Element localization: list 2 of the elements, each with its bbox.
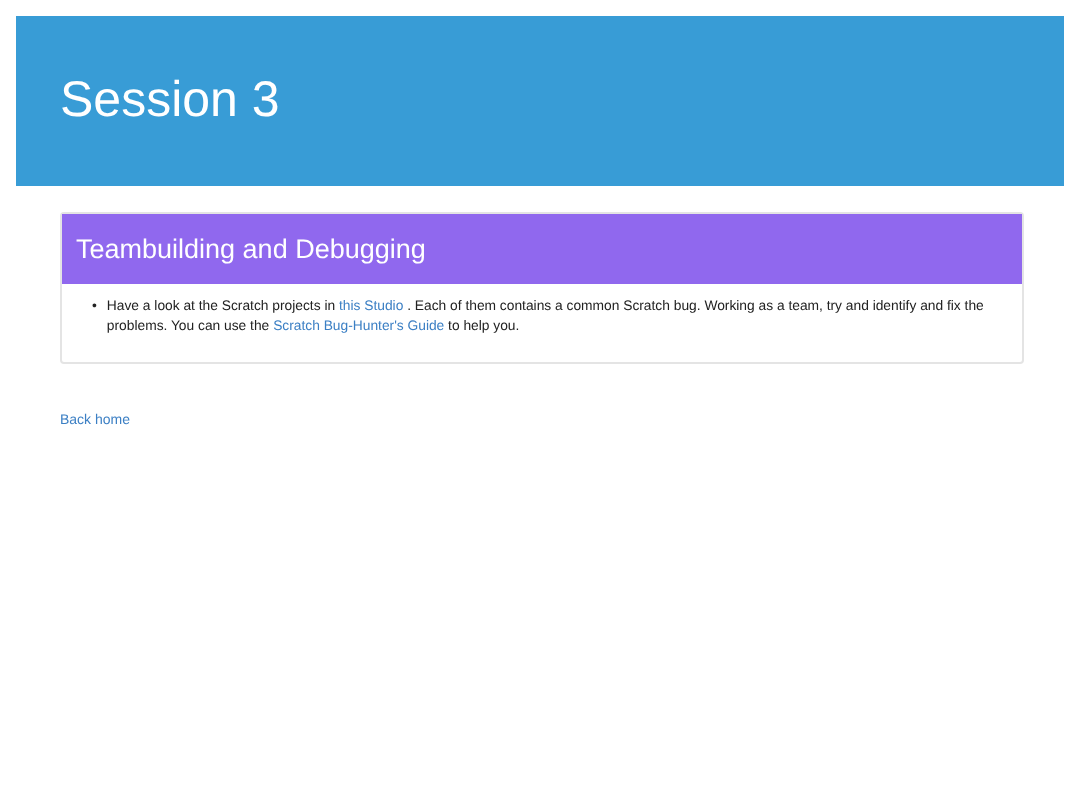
page-title: Session 3 — [60, 72, 280, 130]
panel-title: Teambuilding and Debugging — [76, 234, 426, 264]
